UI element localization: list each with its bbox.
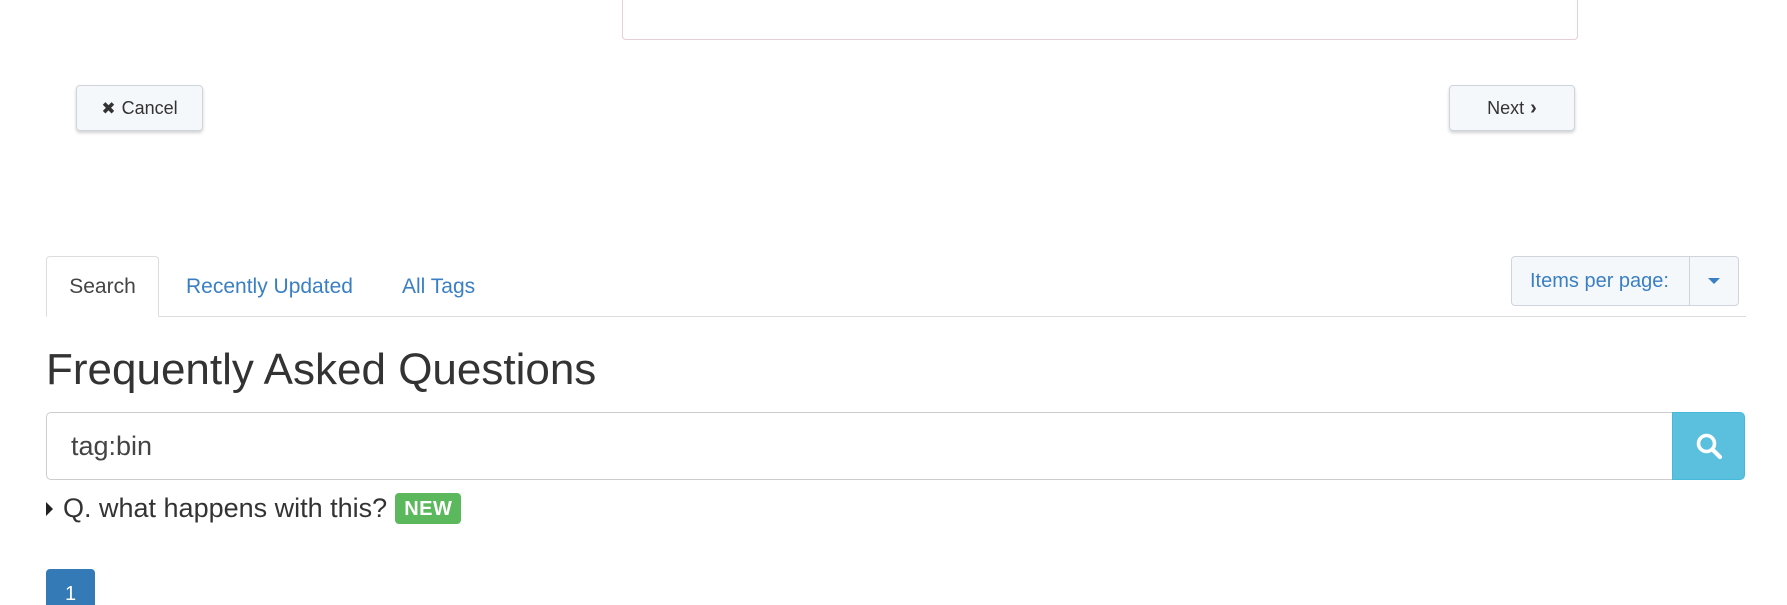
tab-all-tags-label: All Tags xyxy=(402,274,476,298)
tab-recently-updated-label: Recently Updated xyxy=(186,274,353,298)
items-per-page-toggle[interactable] xyxy=(1690,257,1738,305)
close-icon: ✖ xyxy=(101,98,116,118)
new-badge: NEW xyxy=(395,493,462,524)
tab-all-tags[interactable]: All Tags xyxy=(378,256,499,317)
cancel-button[interactable]: ✖ Cancel xyxy=(76,85,203,131)
page: ✖ Cancel Next › Search Recently Updated … xyxy=(0,0,1787,605)
caret-right-icon xyxy=(46,501,53,516)
search-input[interactable] xyxy=(46,412,1672,480)
search-group xyxy=(46,412,1745,480)
items-per-page-dropdown: Items per page: xyxy=(1511,256,1739,306)
cancel-label: Cancel xyxy=(121,97,178,118)
tab-search[interactable]: Search xyxy=(46,256,159,317)
faq-item[interactable]: Q. what happens with this? NEW xyxy=(46,493,462,524)
tab-recently-updated[interactable]: Recently Updated xyxy=(162,256,377,317)
search-icon xyxy=(1696,433,1722,460)
next-label: Next xyxy=(1487,97,1525,118)
caret-down-icon xyxy=(1707,278,1720,284)
items-per-page-button[interactable]: Items per page: xyxy=(1512,257,1690,305)
chevron-right-icon: › xyxy=(1530,97,1537,119)
faq-question: Q. what happens with this? xyxy=(63,493,388,523)
pagination-page-1[interactable]: 1 xyxy=(46,569,95,605)
page-title: Frequently Asked Questions xyxy=(46,345,597,394)
search-button[interactable] xyxy=(1672,412,1745,480)
text-area[interactable] xyxy=(622,0,1578,40)
next-button[interactable]: Next › xyxy=(1449,85,1575,131)
tab-search-label: Search xyxy=(69,274,136,298)
